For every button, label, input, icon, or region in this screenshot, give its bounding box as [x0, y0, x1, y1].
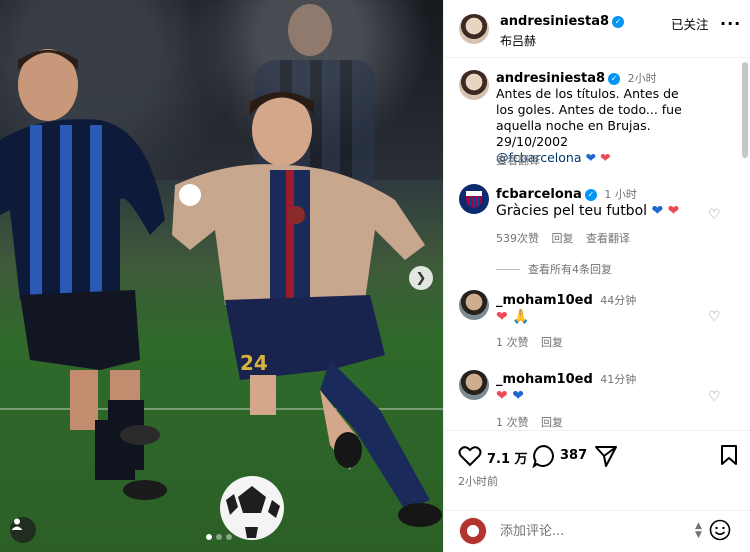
comment-username-text[interactable]: _moham10ed — [496, 372, 593, 387]
comment-body: Gràcies pel teu futbol — [496, 203, 648, 219]
author-username-text[interactable]: andresiniesta8 — [500, 14, 609, 29]
comment-username[interactable]: _moham10ed 44分钟 — [496, 292, 636, 308]
comment-text: ❤ ❤ — [496, 388, 524, 404]
carousel-dot — [216, 534, 222, 540]
bookmark-icon[interactable] — [720, 444, 738, 466]
reply-button[interactable]: 回复 — [552, 232, 574, 245]
red-heart-icon: ❤ — [599, 150, 611, 165]
replies-divider — [496, 269, 520, 270]
red-heart-icon: ❤ — [496, 309, 508, 325]
verified-badge-icon: ✓ — [612, 16, 625, 28]
comment-username-text[interactable]: _moham10ed — [496, 293, 593, 308]
comment-avatar[interactable] — [459, 370, 489, 400]
resize-handle-icon[interactable]: ▲ ▼ — [695, 522, 702, 540]
post-actions: 7.1 万 387 2小时前 — [444, 430, 750, 516]
emoji-icon[interactable] — [709, 519, 731, 541]
comment-meta: 1 次赞 回复 — [496, 334, 563, 350]
post-timestamp[interactable]: 2小时前 — [458, 473, 498, 489]
blue-heart-icon: ❤ — [585, 150, 596, 165]
caption-translate-link[interactable]: 查看翻译 — [496, 152, 540, 168]
location-label[interactable]: 布吕赫 — [500, 32, 536, 49]
blue-heart-icon: ❤ — [512, 388, 524, 404]
post-header: andresiniesta8 ✓ 布吕赫 已关注 ... — [444, 0, 750, 58]
comment-like-heart-icon[interactable]: ♡ — [708, 208, 722, 222]
comments-scroll-area[interactable]: andresiniesta8 ✓ 2小时 Antes de los títulos… — [444, 58, 750, 430]
add-comment-bar: ▲▼ — [444, 510, 750, 552]
user-icon — [11, 518, 23, 530]
comment-username[interactable]: fcbarcelona ✓ 1 小时 — [496, 186, 637, 202]
blue-heart-icon: ❤ — [651, 203, 664, 219]
carousel-dot — [226, 534, 232, 540]
verified-badge-icon: ✓ — [584, 189, 597, 201]
jersey-number: 24 — [240, 351, 268, 375]
carousel-dot — [206, 534, 212, 540]
comment-username[interactable]: _moham10ed 41分钟 — [496, 371, 636, 387]
more-options-icon[interactable]: ... — [720, 10, 741, 29]
comment-icon[interactable] — [532, 444, 556, 468]
comment-avatar[interactable] — [459, 184, 489, 214]
comment-username-text[interactable]: fcbarcelona — [496, 187, 582, 202]
comment-likes[interactable]: 1 次赞 — [496, 416, 529, 429]
red-heart-icon: ❤ — [496, 388, 508, 404]
red-heart-icon: ❤ — [667, 203, 680, 219]
author-avatar[interactable] — [459, 14, 489, 44]
verified-badge-icon: ✓ — [608, 73, 621, 85]
fcb-crest-icon — [466, 191, 482, 208]
players-illustration: 24 — [0, 4, 442, 540]
caption-body: Antes de los títulos. Antes de los goles… — [496, 86, 682, 149]
comment-translate-link[interactable]: 查看翻译 — [586, 232, 630, 245]
comment-likes[interactable]: 539次赞 — [496, 232, 539, 245]
view-replies-button[interactable]: 查看所有4条回复 — [496, 261, 612, 277]
author-username[interactable]: andresiniesta8 ✓ — [500, 14, 625, 29]
comments-count[interactable]: 387 — [560, 448, 587, 463]
current-user-avatar — [459, 517, 487, 545]
post-side-panel: andresiniesta8 ✓ 布吕赫 已关注 ... andresiniest… — [443, 0, 750, 552]
comment-time: 44分钟 — [600, 294, 637, 307]
caption-username[interactable]: andresiniesta8 ✓ 2小时 — [496, 70, 657, 86]
post-photo: 24 ❯ — [0, 0, 443, 552]
comment-time: 1 小时 — [604, 188, 637, 201]
heart-icon[interactable] — [458, 445, 482, 467]
add-comment-input[interactable] — [500, 520, 690, 542]
comment-meta: 1 次赞 回复 — [496, 414, 563, 430]
paper-plane-icon[interactable] — [594, 444, 618, 468]
comment-avatar[interactable] — [459, 290, 489, 320]
praying-hands-icon: 🙏 — [512, 309, 530, 325]
comment-text: ❤ 🙏 — [496, 309, 530, 325]
view-replies-text[interactable]: 查看所有4条回复 — [528, 263, 612, 276]
tagged-users-button[interactable] — [10, 517, 36, 543]
caption-avatar[interactable] — [459, 70, 489, 100]
comment-like-heart-icon[interactable]: ♡ — [708, 310, 722, 324]
likes-count[interactable]: 7.1 万 — [487, 448, 528, 467]
chevron-right-icon: ❯ — [415, 270, 427, 286]
carousel-indicator — [206, 534, 232, 540]
comment-like-heart-icon[interactable]: ♡ — [708, 390, 722, 404]
comment-time: 41分钟 — [600, 373, 637, 386]
next-photo-button[interactable]: ❯ — [409, 266, 433, 290]
comments-scrollbar[interactable] — [742, 62, 748, 158]
comment-meta: 539次赞 回复 查看翻译 — [496, 230, 630, 246]
reply-button[interactable]: 回复 — [541, 336, 563, 349]
caption-time: 2小时 — [627, 72, 657, 85]
reply-button[interactable]: 回复 — [541, 416, 563, 429]
caption-username-text[interactable]: andresiniesta8 — [496, 71, 605, 86]
comment-likes[interactable]: 1 次赞 — [496, 336, 529, 349]
following-button[interactable]: 已关注 — [671, 14, 709, 33]
comment-text: Gràcies pel teu futbol ❤ ❤ — [496, 203, 679, 219]
